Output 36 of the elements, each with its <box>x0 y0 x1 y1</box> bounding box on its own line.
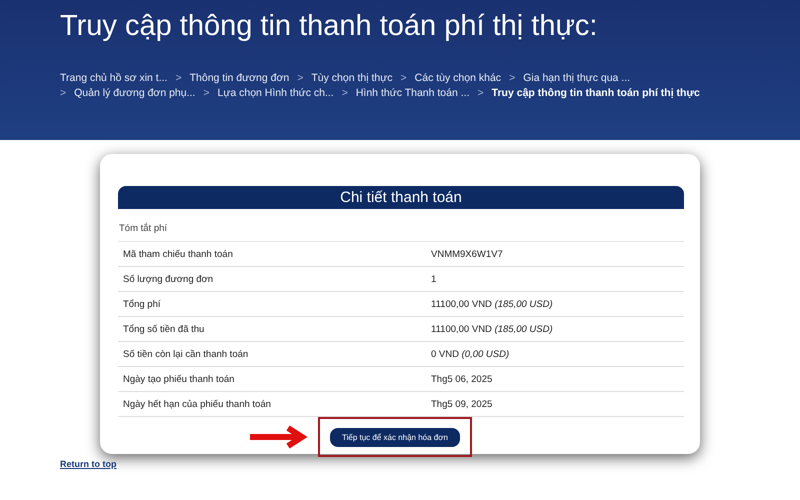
row-value: 11100,00 VND (185,00 USD) <box>431 299 553 310</box>
row-label: Ngày hết hạn của phiếu thanh toán <box>123 399 272 410</box>
row-label: Tổng số tiền đã thu <box>123 324 206 335</box>
breadcrumb-separator: > <box>175 71 182 86</box>
row-label: Số tiền còn lại cần thanh toán <box>123 349 250 360</box>
row-label: Mã tham chiếu thanh toán <box>123 249 234 260</box>
breadcrumb-link[interactable]: Tùy chọn thị thực <box>311 71 393 86</box>
row-value: 0 VND (0,00 USD) <box>431 349 510 360</box>
breadcrumb-separator: > <box>478 86 484 101</box>
breadcrumb-link[interactable]: Lựa chọn Hình thức ch... <box>218 86 334 101</box>
row-value: Thg5 06, 2025 <box>431 374 492 385</box>
breadcrumb-link[interactable]: Hình thức Thanh toán ... <box>356 86 470 101</box>
breadcrumb-separator: > <box>400 71 407 86</box>
breadcrumb-link[interactable]: Gia hạn thị thực qua ... <box>523 71 630 86</box>
card-title: Chi tiết thanh toán <box>118 186 684 209</box>
breadcrumb-link[interactable]: Các tùy chọn khác <box>414 71 502 86</box>
row-value: 11100,00 VND (185,00 USD) <box>431 324 553 335</box>
breadcrumb-separator: > <box>60 86 66 101</box>
section-label: Tóm tắt phí <box>118 209 684 242</box>
breadcrumb-link[interactable]: Quản lý đương đơn phụ... <box>74 86 196 101</box>
breadcrumb-link[interactable]: Trang chủ hồ sơ xin t... <box>60 71 168 86</box>
row-value: Thg5 09, 2025 <box>431 399 492 410</box>
breadcrumb-separator: > <box>297 71 304 86</box>
breadcrumb-separator: > <box>342 86 348 101</box>
row-value: VNMM9X6W1V7 <box>431 249 503 260</box>
page-title: Truy cập thông tin thanh toán phí thị thực: <box>60 10 598 43</box>
breadcrumb-link[interactable]: Truy cập thông tin thanh toán phí thị thực <box>492 86 700 101</box>
row-label: Ngày tạo phiếu thanh toán <box>123 374 236 385</box>
return-to-top-link[interactable]: Return to top <box>60 459 116 469</box>
row-label: Số lượng đương đơn <box>123 274 214 285</box>
row-label: Tổng phí <box>123 299 162 310</box>
breadcrumb-separator: > <box>203 86 210 101</box>
continue-button[interactable]: Tiếp tục để xác nhận hóa đơn <box>330 428 460 447</box>
row-value: 1 <box>431 274 436 285</box>
breadcrumb-link[interactable]: Thông tin đương đơn <box>190 71 290 86</box>
breadcrumb-separator: > <box>509 71 516 86</box>
